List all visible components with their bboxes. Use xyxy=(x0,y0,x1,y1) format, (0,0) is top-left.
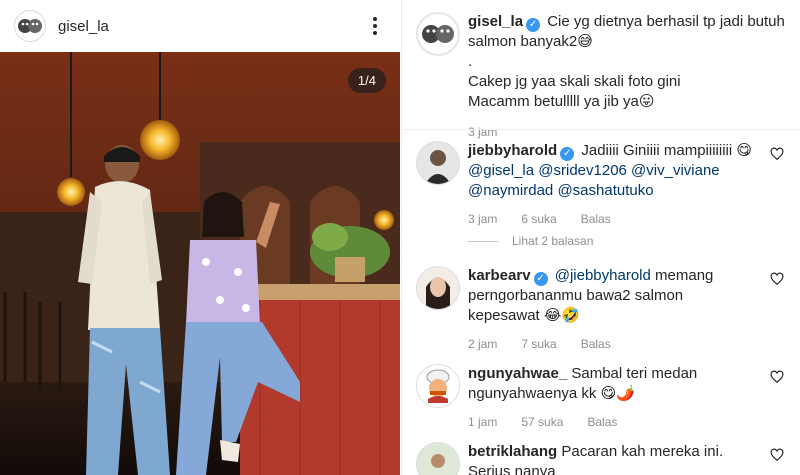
comment-time[interactable]: 2 jam xyxy=(468,334,497,354)
comment-meta: 3 jam 6 suka Balas xyxy=(468,209,758,229)
heart-icon[interactable] xyxy=(770,272,784,286)
comment-body: betriklahang Pacaran kah mereka ini. Ser… xyxy=(468,442,758,475)
post-photo[interactable]: 1/4 xyxy=(0,52,400,475)
caption-line-2: . xyxy=(468,53,473,70)
mention-link[interactable]: @jiebbyharold xyxy=(555,267,651,284)
comment-username[interactable]: jiebbyharold xyxy=(468,142,557,159)
comments-pane: gisel_la ✓ Cie yg dietnya berhasil tp jad… xyxy=(401,0,800,475)
comment-body: ngunyahwae_ Sambal teri medan ngunyahwae… xyxy=(468,364,758,432)
avatar-photo-icon xyxy=(417,267,459,309)
verified-badge-icon: ✓ xyxy=(526,18,541,32)
photo-counter: 1/4 xyxy=(347,68,386,93)
avatar-faces-icon xyxy=(419,15,457,53)
more-options-icon[interactable] xyxy=(366,14,384,38)
comment-likes[interactable]: 6 suka xyxy=(521,209,556,229)
mention-link[interactable]: @viv_viviane xyxy=(631,162,720,179)
caption-body: gisel_la ✓ Cie yg dietnya berhasil tp jad… xyxy=(468,12,788,142)
avatar-chef-icon xyxy=(417,365,459,407)
caption-line-4: Macamm betulllll ya jib ya😛 xyxy=(468,93,655,110)
verified-badge-icon: ✓ xyxy=(533,272,548,286)
comment-meta: 1 jam 57 suka Balas xyxy=(468,412,758,432)
comment-likes[interactable]: 57 suka xyxy=(521,412,563,432)
post-username[interactable]: gisel_la xyxy=(58,18,109,35)
photo-scene xyxy=(0,52,400,475)
view-replies-label: Lihat 2 balasan xyxy=(512,234,594,248)
comment-username[interactable]: betriklahang xyxy=(468,443,557,460)
reply-button[interactable]: Balas xyxy=(581,209,611,229)
comment-likes[interactable]: 7 suka xyxy=(521,334,556,354)
comment-text: Jadiiii Giniiii mampiiiiiiii xyxy=(581,142,733,159)
caption-username[interactable]: gisel_la xyxy=(468,13,523,30)
comment-avatar[interactable] xyxy=(416,266,460,310)
reply-button[interactable]: Balas xyxy=(581,334,611,354)
avatar-photo-icon xyxy=(417,443,459,475)
comment-avatar[interactable] xyxy=(416,364,460,408)
comment-username[interactable]: ngunyahwae_ xyxy=(468,365,567,382)
replies-line xyxy=(468,240,498,242)
view-replies-button[interactable]: Lihat 2 balasan xyxy=(468,234,593,248)
caption-line-3: Cakep jg yaa skali skali foto gini xyxy=(468,73,681,90)
caption-time[interactable]: 3 jam xyxy=(468,122,788,142)
mention-link[interactable]: @sridev1206 xyxy=(538,162,627,179)
comment-time[interactable]: 1 jam xyxy=(468,412,497,432)
comment-body: karbearv ✓ @jiebbyharold memang perngorba… xyxy=(468,266,758,354)
comment-body: jiebbyharold ✓ Jadiiii Giniiii mampiiiiii… xyxy=(468,141,758,229)
mention-link[interactable]: @sashatutuko xyxy=(557,182,653,199)
verified-badge-icon: ✓ xyxy=(560,147,575,161)
divider xyxy=(402,129,800,130)
heart-icon[interactable] xyxy=(770,370,784,384)
post-pane: gisel_la 1/4 xyxy=(0,0,400,475)
post-avatar[interactable] xyxy=(14,10,46,42)
mention-link[interactable]: @gisel_la xyxy=(468,162,534,179)
post-header: gisel_la xyxy=(0,0,400,52)
avatar-faces-icon xyxy=(16,12,44,40)
comment-text-emoji: 😋 xyxy=(736,142,753,159)
heart-icon[interactable] xyxy=(770,147,784,161)
comment-avatar[interactable] xyxy=(416,141,460,185)
comment-time[interactable]: 3 jam xyxy=(468,209,497,229)
avatar-photo-icon xyxy=(417,142,459,184)
heart-icon[interactable] xyxy=(770,448,784,462)
comment-meta: 2 jam 7 suka Balas xyxy=(468,334,758,354)
comment-avatar[interactable] xyxy=(416,442,460,475)
caption-avatar[interactable] xyxy=(416,12,460,56)
reply-button[interactable]: Balas xyxy=(587,412,617,432)
mention-link[interactable]: @naymirdad xyxy=(468,182,553,199)
comment-username[interactable]: karbearv xyxy=(468,267,531,284)
